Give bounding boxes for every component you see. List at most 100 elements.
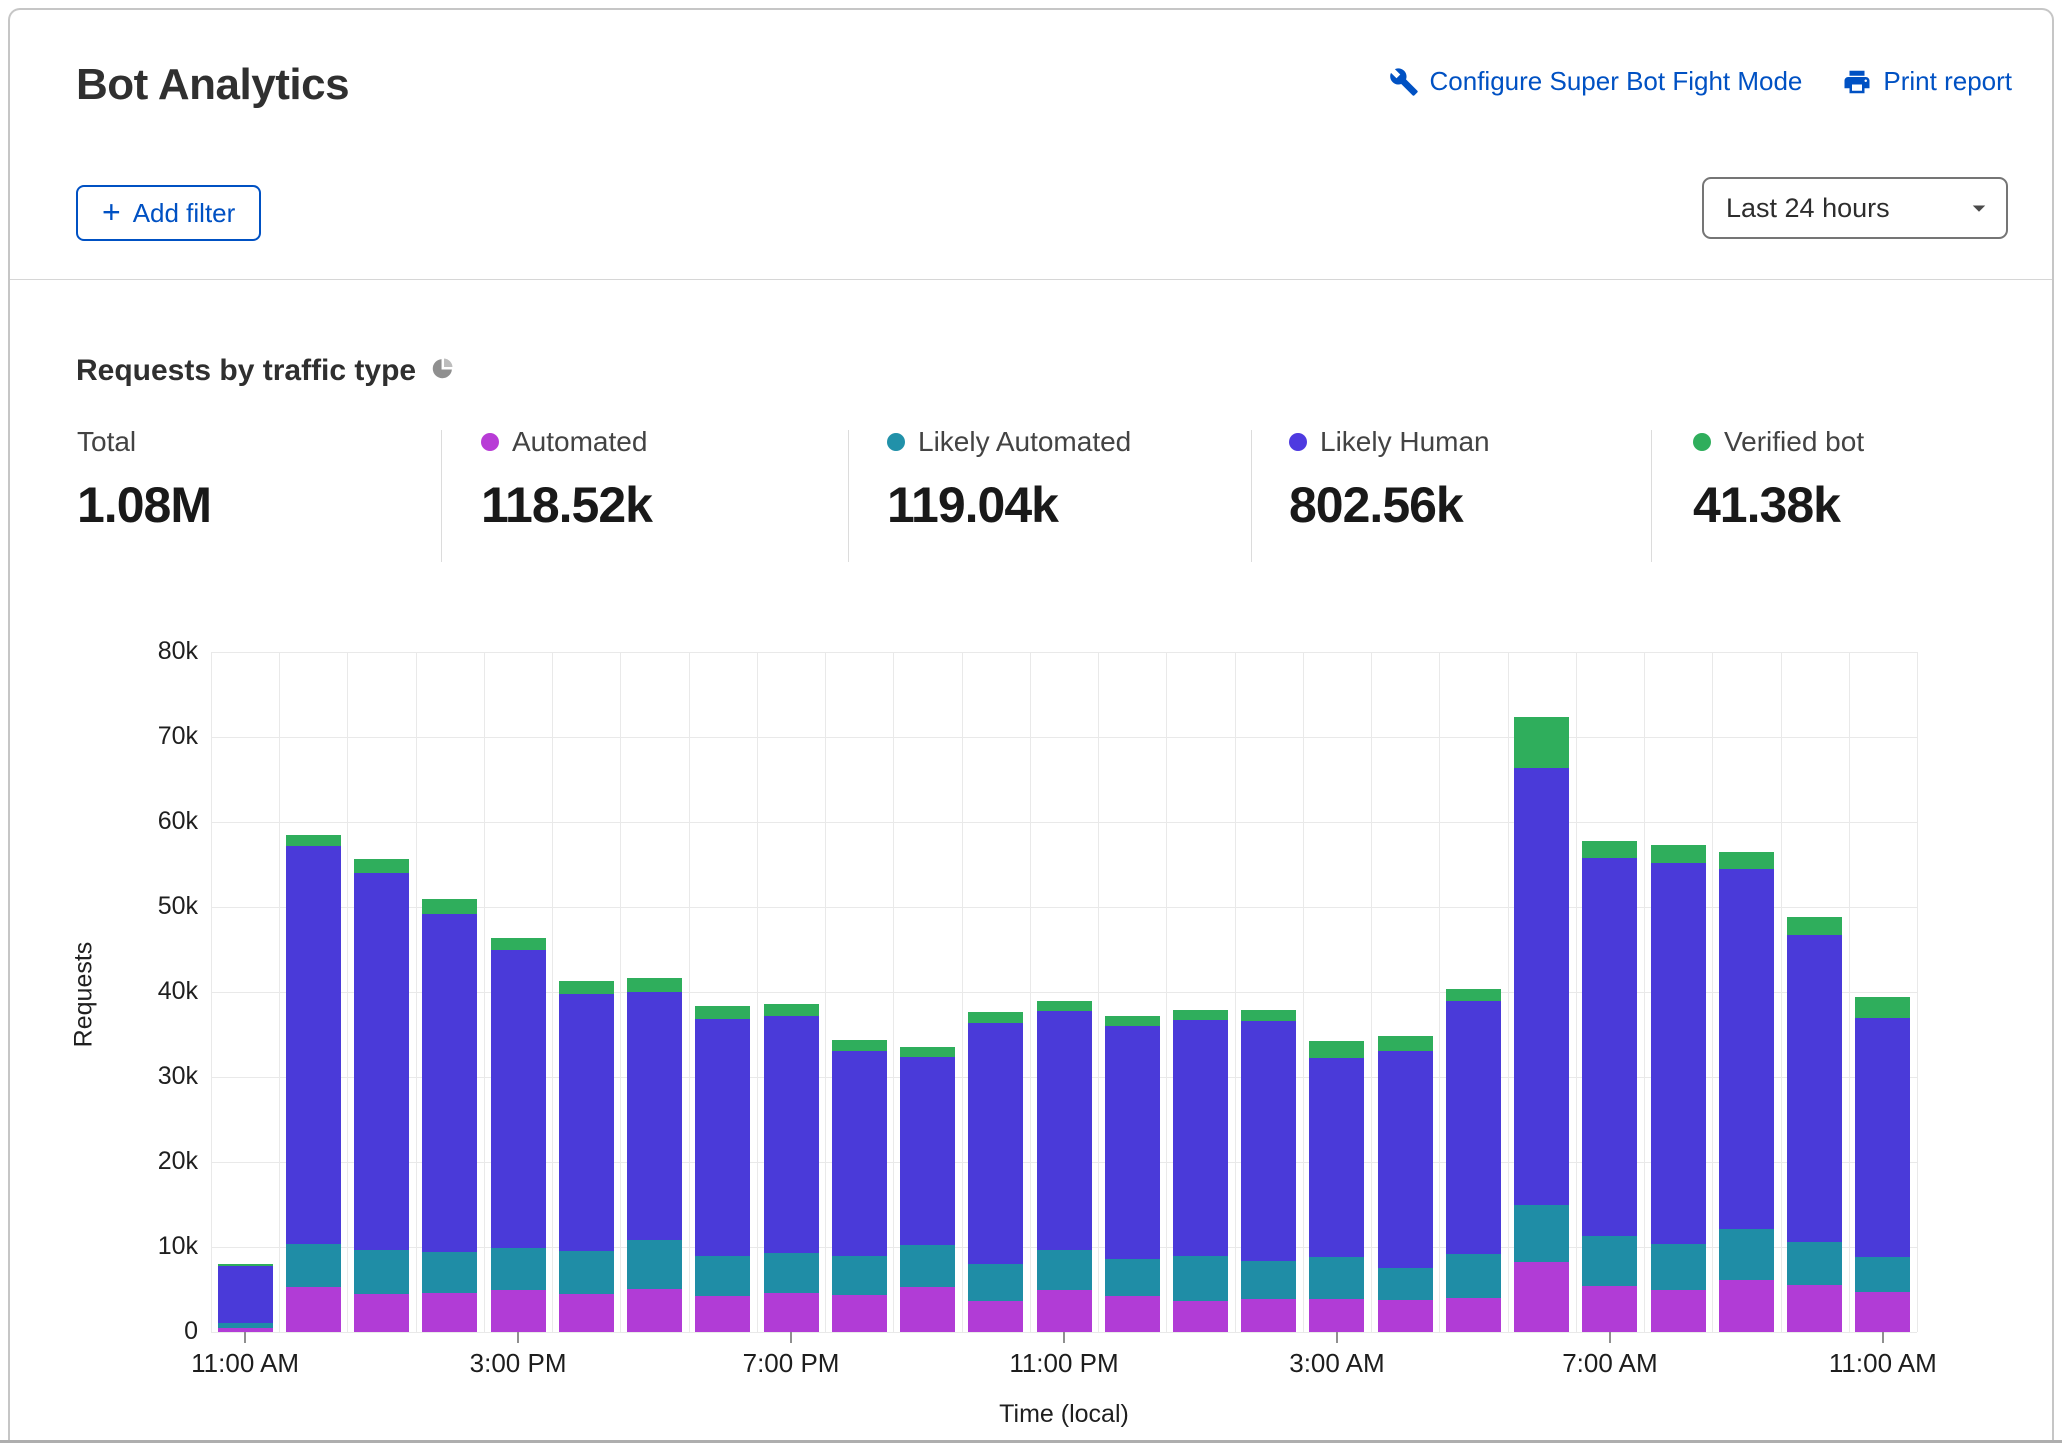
configure-super-bot-fight-mode-link[interactable]: Configure Super Bot Fight Mode	[1389, 66, 1802, 97]
bar-segment-verified-bot[interactable]	[1309, 1041, 1365, 1059]
bar-hour-17[interactable]	[1377, 652, 1433, 1332]
bar-hour-2[interactable]	[354, 652, 410, 1332]
bar-hour-21[interactable]	[1650, 652, 1706, 1332]
bar-segment-likely-automated[interactable]	[1718, 1229, 1774, 1281]
bar-hour-19[interactable]	[1514, 652, 1570, 1332]
bar-hour-24[interactable]	[1855, 652, 1911, 1332]
bar-segment-likely-human[interactable]	[831, 1050, 887, 1256]
bar-segment-automated[interactable]	[490, 1289, 546, 1332]
bar-segment-verified-bot[interactable]	[968, 1011, 1024, 1023]
bar-segment-verified-bot[interactable]	[1377, 1036, 1433, 1051]
bar-hour-18[interactable]	[1445, 652, 1501, 1332]
bar-segment-likely-automated[interactable]	[490, 1247, 546, 1290]
bar-hour-0[interactable]	[217, 652, 273, 1332]
bar-hour-11[interactable]	[968, 652, 1024, 1332]
bar-segment-likely-automated[interactable]	[1241, 1260, 1297, 1299]
bar-segment-automated[interactable]	[1377, 1299, 1433, 1332]
bar-segment-likely-human[interactable]	[422, 913, 478, 1253]
bar-segment-automated[interactable]	[1787, 1285, 1843, 1332]
bar-segment-verified-bot[interactable]	[627, 977, 683, 992]
bar-segment-likely-human[interactable]	[1582, 857, 1638, 1236]
stat-verified-bot[interactable]: Verified bot 41.38k	[1693, 426, 1864, 534]
bar-segment-likely-automated[interactable]	[285, 1243, 341, 1287]
bar-segment-likely-human[interactable]	[1718, 868, 1774, 1230]
bar-segment-verified-bot[interactable]	[831, 1039, 887, 1051]
bar-hour-8[interactable]	[763, 652, 819, 1332]
bar-segment-likely-human[interactable]	[217, 1265, 273, 1323]
time-range-select[interactable]: Last 24 hours	[1702, 177, 2008, 239]
bar-segment-likely-human[interactable]	[900, 1057, 956, 1246]
bar-segment-likely-automated[interactable]	[1104, 1258, 1160, 1297]
stat-likely-human[interactable]: Likely Human 802.56k	[1289, 426, 1490, 534]
bar-hour-10[interactable]	[900, 652, 956, 1332]
bar-segment-automated[interactable]	[1582, 1286, 1638, 1332]
bar-hour-20[interactable]	[1582, 652, 1638, 1332]
bar-segment-automated[interactable]	[285, 1286, 341, 1332]
bar-segment-likely-automated[interactable]	[1377, 1268, 1433, 1300]
bar-segment-verified-bot[interactable]	[1582, 840, 1638, 858]
bar-segment-verified-bot[interactable]	[1445, 988, 1501, 1001]
bar-segment-likely-human[interactable]	[695, 1019, 751, 1257]
bar-segment-verified-bot[interactable]	[558, 980, 614, 994]
bar-segment-automated[interactable]	[831, 1294, 887, 1332]
bar-segment-verified-bot[interactable]	[1036, 1001, 1092, 1011]
bar-segment-verified-bot[interactable]	[900, 1047, 956, 1058]
bar-segment-verified-bot[interactable]	[490, 938, 546, 951]
bar-segment-likely-human[interactable]	[1172, 1020, 1228, 1257]
bar-segment-likely-automated[interactable]	[1855, 1257, 1911, 1293]
bar-segment-likely-human[interactable]	[1104, 1026, 1160, 1259]
bar-segment-automated[interactable]	[900, 1286, 956, 1332]
bar-segment-likely-automated[interactable]	[422, 1252, 478, 1293]
bar-segment-verified-bot[interactable]	[1855, 997, 1911, 1019]
bar-segment-automated[interactable]	[1445, 1298, 1501, 1332]
bar-segment-likely-human[interactable]	[354, 873, 410, 1250]
bar-segment-likely-automated[interactable]	[1172, 1256, 1228, 1301]
bar-hour-22[interactable]	[1718, 652, 1774, 1332]
bar-segment-likely-automated[interactable]	[1650, 1244, 1706, 1290]
bar-segment-likely-automated[interactable]	[1514, 1204, 1570, 1263]
bar-segment-likely-human[interactable]	[1036, 1010, 1092, 1251]
bar-segment-likely-automated[interactable]	[1309, 1257, 1365, 1299]
bar-segment-automated[interactable]	[1309, 1298, 1365, 1332]
bar-segment-automated[interactable]	[1104, 1296, 1160, 1332]
bar-segment-likely-automated[interactable]	[695, 1256, 751, 1297]
bar-hour-4[interactable]	[490, 652, 546, 1332]
bar-segment-verified-bot[interactable]	[422, 898, 478, 914]
bar-segment-likely-human[interactable]	[1650, 862, 1706, 1245]
bar-hour-9[interactable]	[831, 652, 887, 1332]
bar-hour-7[interactable]	[695, 652, 751, 1332]
bar-segment-likely-human[interactable]	[490, 950, 546, 1248]
bar-segment-likely-human[interactable]	[1309, 1058, 1365, 1258]
bar-hour-16[interactable]	[1309, 652, 1365, 1332]
bar-segment-automated[interactable]	[968, 1300, 1024, 1332]
bar-segment-likely-automated[interactable]	[217, 1322, 273, 1328]
bar-segment-automated[interactable]	[627, 1288, 683, 1332]
bar-hour-5[interactable]	[558, 652, 614, 1332]
bar-segment-likely-human[interactable]	[1787, 935, 1843, 1242]
bar-hour-12[interactable]	[1036, 652, 1092, 1332]
bar-segment-verified-bot[interactable]	[1718, 851, 1774, 869]
bar-segment-likely-human[interactable]	[1377, 1050, 1433, 1269]
bar-segment-likely-automated[interactable]	[1582, 1235, 1638, 1287]
bar-segment-verified-bot[interactable]	[217, 1264, 273, 1266]
bar-segment-automated[interactable]	[1172, 1300, 1228, 1332]
bar-segment-verified-bot[interactable]	[1514, 717, 1570, 768]
bar-segment-verified-bot[interactable]	[1241, 1009, 1297, 1021]
bar-segment-likely-human[interactable]	[285, 845, 341, 1244]
bar-segment-automated[interactable]	[558, 1293, 614, 1332]
bar-segment-verified-bot[interactable]	[285, 834, 341, 846]
bar-hour-6[interactable]	[627, 652, 683, 1332]
bar-hour-14[interactable]	[1172, 652, 1228, 1332]
bar-segment-likely-human[interactable]	[627, 992, 683, 1241]
bar-segment-automated[interactable]	[763, 1292, 819, 1332]
bar-segment-verified-bot[interactable]	[695, 1005, 751, 1020]
bar-segment-automated[interactable]	[695, 1296, 751, 1332]
bar-segment-verified-bot[interactable]	[1172, 1009, 1228, 1021]
bar-segment-automated[interactable]	[354, 1293, 410, 1332]
bar-segment-verified-bot[interactable]	[354, 859, 410, 873]
bar-hour-13[interactable]	[1104, 652, 1160, 1332]
bar-segment-likely-automated[interactable]	[627, 1240, 683, 1289]
bar-hour-15[interactable]	[1241, 652, 1297, 1332]
bar-hour-3[interactable]	[422, 652, 478, 1332]
bar-segment-verified-bot[interactable]	[1104, 1015, 1160, 1026]
